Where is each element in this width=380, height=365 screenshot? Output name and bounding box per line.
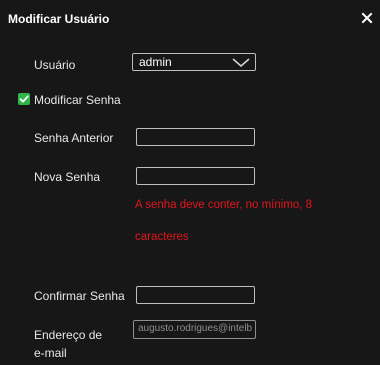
old-password-field[interactable] bbox=[136, 128, 255, 146]
close-icon[interactable] bbox=[360, 11, 374, 25]
confirm-password-field[interactable] bbox=[136, 286, 255, 304]
password-error-message-continued: caracteres bbox=[135, 231, 189, 243]
confirm-password-label: Confirmar Senha bbox=[34, 289, 125, 303]
email-field[interactable]: augusto.rodrigues@intelb bbox=[133, 320, 256, 339]
new-password-label: Nova Senha bbox=[34, 170, 101, 184]
old-password-label: Senha Anterior bbox=[34, 131, 114, 145]
user-label: Usuário bbox=[34, 58, 76, 72]
new-password-field[interactable] bbox=[136, 167, 255, 185]
email-label: Endereço de bbox=[34, 328, 103, 342]
chevron-down-icon bbox=[231, 57, 251, 68]
email-label-continued: e-mail bbox=[34, 346, 67, 360]
dialog-title: Modificar Usuário bbox=[8, 12, 110, 26]
user-select-value: admin bbox=[139, 55, 172, 69]
modify-password-checkbox[interactable] bbox=[18, 93, 30, 105]
modify-user-dialog: Modificar Usuário Usuário admin Modifica… bbox=[0, 0, 380, 365]
modify-password-label[interactable]: Modificar Senha bbox=[34, 93, 121, 107]
dialog-titlebar: Modificar Usuário bbox=[0, 0, 380, 38]
user-select[interactable]: admin bbox=[132, 53, 256, 71]
password-error-message: A senha deve conter, no mínimo, 8 bbox=[135, 199, 313, 211]
